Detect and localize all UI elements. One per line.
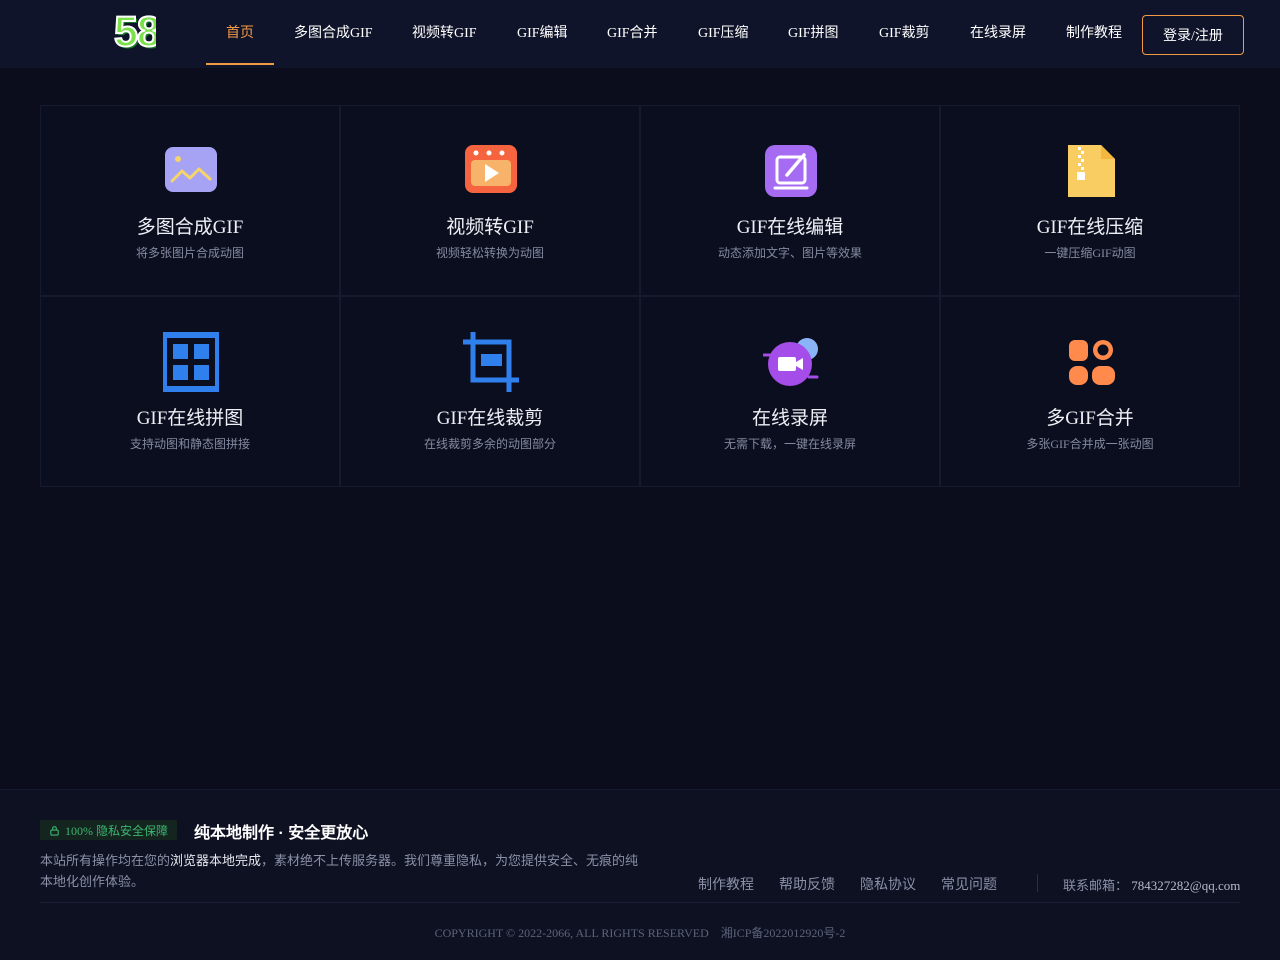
tool-description: 视频轻松转换为动图: [435, 246, 544, 260]
tool-description: 动态添加文字、图片等效果: [717, 246, 862, 260]
tool-description: 支持动图和静态图拼接: [129, 437, 250, 451]
footer-link-privacy[interactable]: 隐私协议: [860, 874, 916, 894]
tool-title: GIF在线压缩: [1036, 217, 1144, 238]
edit-icon: [763, 141, 819, 201]
tool-card-gif-collage[interactable]: GIF在线拼图 支持动图和静态图拼接: [40, 296, 340, 487]
merge-icon: [1063, 332, 1119, 392]
tool-title: GIF在线裁剪: [436, 408, 544, 429]
site-logo[interactable]: 58: [114, 15, 156, 53]
privacy-badge: 100% 隐私安全保障: [40, 820, 177, 840]
login-register-button[interactable]: 登录/注册: [1142, 15, 1244, 55]
tool-title: 多GIF合并: [1046, 408, 1134, 429]
zip-file-icon: [1063, 141, 1119, 201]
camera-icon: [763, 332, 819, 392]
contact-email: 联系邮箱： 784327282@qq.com: [1063, 875, 1240, 894]
image-icon: [163, 141, 219, 201]
nav-item-screen-record[interactable]: 在线录屏: [970, 0, 1026, 68]
footer-heading: 纯本地制作 · 安全更放心: [194, 825, 369, 842]
top-navbar: 58 首页 多图合成GIF 视频转GIF GIF编辑 GIF合并 GIF压缩 G…: [0, 0, 1280, 68]
tool-title: 多图合成GIF: [136, 217, 244, 238]
tool-description: 多张GIF合并成一张动图: [1026, 437, 1154, 451]
nav-item-multi-image-gif[interactable]: 多图合成GIF: [294, 0, 373, 68]
nav-item-gif-merge[interactable]: GIF合并: [607, 0, 658, 68]
tool-title: GIF在线编辑: [736, 217, 844, 238]
tool-card-gif-compress[interactable]: GIF在线压缩 一键压缩GIF动图: [940, 105, 1240, 296]
tool-grid: 多图合成GIF 将多张图片合成动图 视频转GIF 视频轻松转换为动图 GIF在线…: [40, 105, 1240, 487]
crop-icon: [463, 332, 519, 392]
contact-label: 联系邮箱：: [1063, 878, 1129, 893]
tool-title: 在线录屏: [751, 408, 828, 429]
lock-icon: [50, 825, 59, 836]
tool-card-multi-gif-merge[interactable]: 多GIF合并 多张GIF合并成一张动图: [940, 296, 1240, 487]
tool-description: 在线裁剪多余的动图部分: [423, 437, 556, 451]
contact-email-address[interactable]: 784327282@qq.com: [1131, 878, 1240, 893]
tool-description: 一键压缩GIF动图: [1044, 246, 1136, 260]
nav-item-tutorial[interactable]: 制作教程: [1066, 0, 1122, 68]
nav-item-gif-collage[interactable]: GIF拼图: [788, 0, 839, 68]
footer-description: 本站所有操作均在您的浏览器本地完成，素材绝不上传服务器。我们尊重隐私，为您提供安…: [40, 850, 650, 892]
copyright-bar: COPYRIGHT © 2022-2066, ALL RIGHTS RESERV…: [0, 924, 1280, 941]
icp-license-link[interactable]: 湘ICP备2022012920号-2: [721, 926, 846, 940]
footer-link-faq[interactable]: 常见问题: [941, 874, 997, 894]
copyright-text: COPYRIGHT © 2022-2066, ALL RIGHTS RESERV…: [434, 926, 709, 940]
tool-card-video-to-gif[interactable]: 视频转GIF 视频轻松转换为动图: [340, 105, 640, 296]
tool-card-gif-edit[interactable]: GIF在线编辑 动态添加文字、图片等效果: [640, 105, 940, 296]
footer-divider: [40, 902, 1240, 903]
tool-card-screen-record[interactable]: 在线录屏 无需下载，一键在线录屏: [640, 296, 940, 487]
tool-title: 视频转GIF: [446, 217, 534, 238]
footer-separator: [1037, 874, 1038, 892]
tool-card-gif-crop[interactable]: GIF在线裁剪 在线裁剪多余的动图部分: [340, 296, 640, 487]
site-footer: 100% 隐私安全保障 纯本地制作 · 安全更放心 本站所有操作均在您的浏览器本…: [0, 789, 1280, 960]
tool-description: 无需下载，一键在线录屏: [723, 437, 856, 451]
nav-item-gif-crop[interactable]: GIF裁剪: [879, 0, 930, 68]
footer-link-feedback[interactable]: 帮助反馈: [779, 874, 835, 894]
tool-title: GIF在线拼图: [136, 408, 244, 429]
privacy-badge-label: 100% 隐私安全保障: [65, 823, 168, 838]
footer-description-highlight: 浏览器本地完成: [170, 853, 262, 868]
nav-item-gif-edit[interactable]: GIF编辑: [517, 0, 568, 68]
nav-active-indicator: [206, 63, 274, 65]
tool-card-multi-image-gif[interactable]: 多图合成GIF 将多张图片合成动图: [40, 105, 340, 296]
video-icon: [463, 141, 519, 201]
nav-item-home[interactable]: 首页: [226, 0, 254, 68]
nav-item-video-to-gif[interactable]: 视频转GIF: [412, 0, 477, 68]
tool-description: 将多张图片合成动图: [135, 246, 244, 260]
footer-description-text: 本站所有操作均在您的: [40, 853, 171, 868]
logo-text: 58: [114, 15, 156, 53]
footer-link-tutorial[interactable]: 制作教程: [698, 874, 754, 894]
grid-icon: [163, 332, 219, 392]
nav-item-gif-compress[interactable]: GIF压缩: [698, 0, 749, 68]
